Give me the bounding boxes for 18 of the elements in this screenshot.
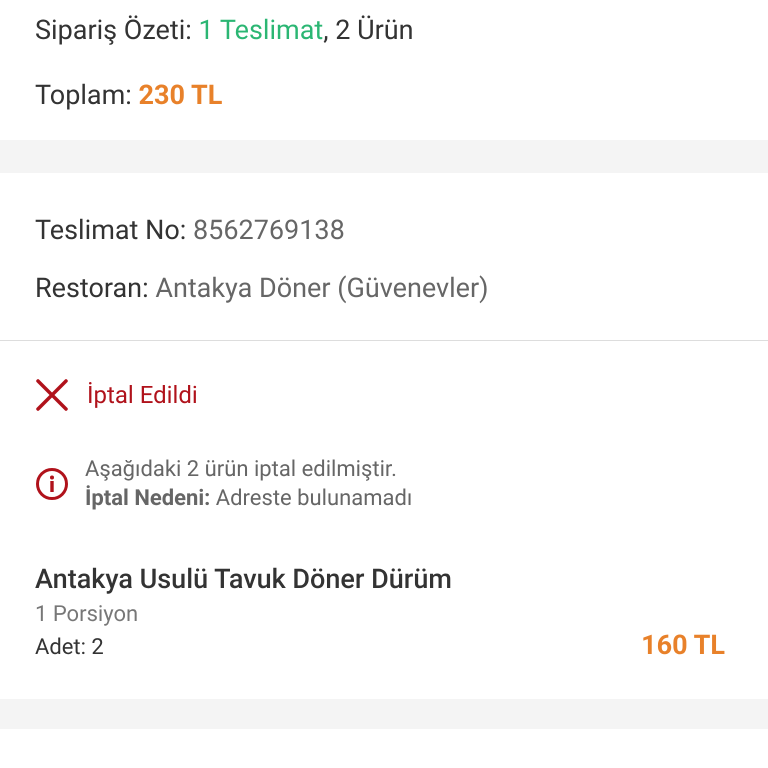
delivery-number: 8562769138 <box>193 213 345 248</box>
product-quantity: Adet: 2 <box>35 634 105 662</box>
status-text: İptal Edildi <box>87 380 198 411</box>
product-portion: 1 Porsiyon <box>35 601 140 629</box>
restaurant-label: Restoran: <box>35 271 150 306</box>
total-amount: 230 TL <box>138 78 222 113</box>
product-name: Antakya Usulü Tavuk Döner Dürüm <box>35 562 452 597</box>
item-count: , 2 Ürün <box>323 13 414 48</box>
total-label: Toplam: <box>35 78 133 113</box>
cancel-reason: İptal Nedeni: Adreste bulunamadı <box>85 484 412 513</box>
delivery-count: 1 Teslimat <box>198 13 324 48</box>
info-icon <box>35 467 69 501</box>
restaurant-name: Antakya Döner (Güvenevler) <box>155 271 489 306</box>
summary-label: Sipariş Özeti: <box>35 13 193 48</box>
delivery-number-label: Teslimat No: <box>35 213 188 248</box>
close-icon <box>35 378 69 412</box>
notice-text: Aşağıdaki 2 ürün iptal edilmiştir. <box>85 456 398 484</box>
product-price: 160 TL <box>641 628 725 662</box>
